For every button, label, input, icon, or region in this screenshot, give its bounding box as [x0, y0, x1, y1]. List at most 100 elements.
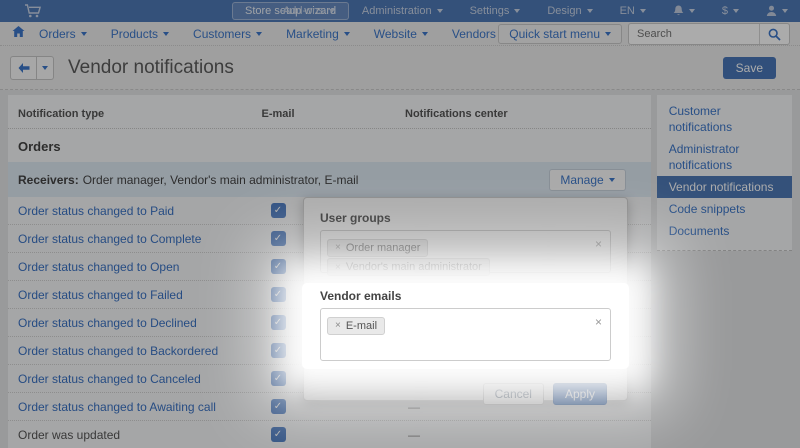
notification-link[interactable]: Order status changed to Awaiting call [8, 400, 238, 414]
nav-items: Orders Products Customers Marketing Webs… [39, 27, 507, 41]
email-checkbox[interactable]: ✓ [270, 203, 286, 218]
notification-link[interactable]: Order status changed to Declined [8, 316, 238, 330]
receivers-value: Order manager, Vendor's main administrat… [82, 172, 359, 187]
nav-marketing[interactable]: Marketing [286, 27, 350, 41]
tag-order-manager[interactable]: × Order manager [327, 238, 429, 257]
receivers-label: Receivers: [18, 172, 79, 187]
email-checkbox[interactable]: ✓ [270, 231, 286, 246]
user-icon [766, 5, 777, 16]
cancel-button[interactable]: Cancel [482, 383, 544, 405]
chevron-down-icon [605, 32, 611, 36]
receivers-row: Receivers: Order manager, Vendor's main … [8, 162, 651, 197]
manage-button[interactable]: Manage [549, 168, 626, 191]
menu-settings[interactable]: Settings [470, 5, 521, 17]
email-checkbox[interactable]: ✓ [270, 259, 286, 274]
chevron-down-icon [256, 31, 263, 36]
menu-design[interactable]: Design [547, 5, 593, 17]
nav-products[interactable]: Products [111, 27, 170, 41]
chevron-down-icon [733, 9, 739, 13]
notifications-menu[interactable] [673, 5, 695, 17]
remove-tag-icon[interactable]: × [335, 320, 341, 331]
currency-menu[interactable]: $ [722, 5, 739, 17]
quick-start-menu-button[interactable]: Quick start menu [498, 24, 622, 44]
top-bar: Store setup wizard Add-ons Administratio… [0, 0, 800, 22]
chevron-down-icon [782, 9, 788, 13]
chevron-down-icon [42, 65, 48, 70]
vendor-emails-label: Vendor emails [320, 289, 402, 303]
col-email: E-mail [261, 108, 295, 120]
tag-email[interactable]: × E-mail [327, 316, 386, 335]
back-button[interactable] [10, 55, 37, 80]
dollar-icon: $ [721, 5, 728, 17]
account-menu[interactable] [766, 5, 788, 17]
section-header-orders: Orders [18, 139, 61, 154]
back-dropdown-button[interactable] [37, 55, 54, 80]
main-nav-bar: Orders Products Customers Marketing Webs… [0, 22, 800, 46]
menu-administration[interactable]: Administration [362, 5, 443, 17]
home-icon[interactable] [12, 26, 25, 41]
notification-link[interactable]: Order status changed to Failed [8, 288, 238, 302]
page-title: Vendor notifications [68, 56, 234, 78]
cart-icon[interactable] [24, 4, 42, 21]
notifications-center-value: — [408, 427, 420, 442]
vendor-emails-highlight: Vendor emails × E-mail × [302, 283, 629, 369]
sidebar-item-customer-notifications[interactable]: Customer notifications [657, 100, 792, 138]
email-checkbox[interactable]: ✓ [270, 427, 286, 442]
chevron-down-icon [163, 31, 170, 36]
clear-all-icon[interactable]: × [595, 237, 602, 251]
chevron-down-icon [514, 9, 521, 13]
sidebar-item-code-snippets[interactable]: Code snippets [657, 198, 792, 220]
email-checkbox[interactable]: ✓ [270, 315, 286, 330]
chevron-down-icon [639, 9, 646, 13]
nav-customers[interactable]: Customers [193, 27, 263, 41]
apply-button[interactable]: Apply [552, 383, 607, 405]
menu-language[interactable]: EN [620, 5, 646, 17]
chevron-down-icon [586, 9, 593, 13]
email-checkbox[interactable]: ✓ [270, 343, 286, 358]
email-checkbox[interactable]: ✓ [270, 399, 286, 414]
manage-receivers-popup: User groups × Order manager × Vendor's m… [302, 197, 629, 405]
col-notification-type: Notification type [18, 108, 105, 120]
chevron-down-icon [608, 177, 615, 182]
back-button-group [10, 55, 54, 80]
page-header: Vendor notifications Save [0, 46, 800, 90]
table-header-row: Notification type E-mail Notifications c… [8, 95, 651, 129]
notification-link[interactable]: Order status changed to Paid [8, 204, 238, 218]
notification-link[interactable]: Order status changed to Open [8, 260, 238, 274]
page-body: Notification type E-mail Notifications c… [0, 90, 800, 448]
bell-icon [673, 5, 684, 16]
notification-link[interactable]: Order status changed to Complete [8, 232, 238, 246]
remove-tag-icon[interactable]: × [335, 242, 341, 253]
admin-screen: Store setup wizard Add-ons Administratio… [0, 0, 800, 448]
chevron-down-icon [421, 31, 428, 36]
user-groups-tagbox[interactable]: × Order manager × Vendor's main administ… [320, 230, 611, 276]
sidebar-item-vendor-notifications[interactable]: Vendor notifications [656, 176, 792, 198]
nav-orders[interactable]: Orders [39, 27, 87, 41]
search-box [628, 23, 790, 45]
table-row: Order was updated ✓ — [8, 421, 651, 448]
notifications-sidebar: Customer notifications Administrator not… [656, 95, 792, 251]
notification-link[interactable]: Order status changed to Canceled [8, 372, 238, 386]
remove-tag-icon[interactable]: × [335, 262, 341, 273]
search-icon [768, 28, 781, 41]
notification-label: Order was updated [18, 427, 121, 442]
col-notifications-center: Notifications center [405, 108, 508, 120]
clear-all-icon[interactable]: × [595, 315, 602, 329]
sidebar-item-administrator-notifications[interactable]: Administrator notifications [657, 138, 792, 176]
back-arrow-icon [18, 62, 29, 73]
nav-website[interactable]: Website [374, 27, 428, 41]
user-groups-label: User groups [320, 211, 391, 225]
popup-footer: Cancel Apply [320, 383, 611, 405]
chevron-down-icon [436, 9, 443, 13]
menu-addons[interactable]: Add-ons [283, 5, 335, 17]
email-checkbox[interactable]: ✓ [270, 287, 286, 302]
sidebar-item-documents[interactable]: Documents [657, 220, 792, 242]
search-input[interactable] [629, 24, 759, 44]
search-button[interactable] [759, 24, 789, 44]
notification-link[interactable]: Order status changed to Backordered [8, 344, 238, 358]
email-checkbox[interactable]: ✓ [270, 371, 286, 386]
chevron-down-icon [343, 31, 350, 36]
tag-vendors-main-administrator[interactable]: × Vendor's main administrator [327, 258, 490, 276]
save-button[interactable]: Save [722, 57, 776, 79]
vendor-emails-tagbox[interactable]: × E-mail × [320, 308, 611, 361]
